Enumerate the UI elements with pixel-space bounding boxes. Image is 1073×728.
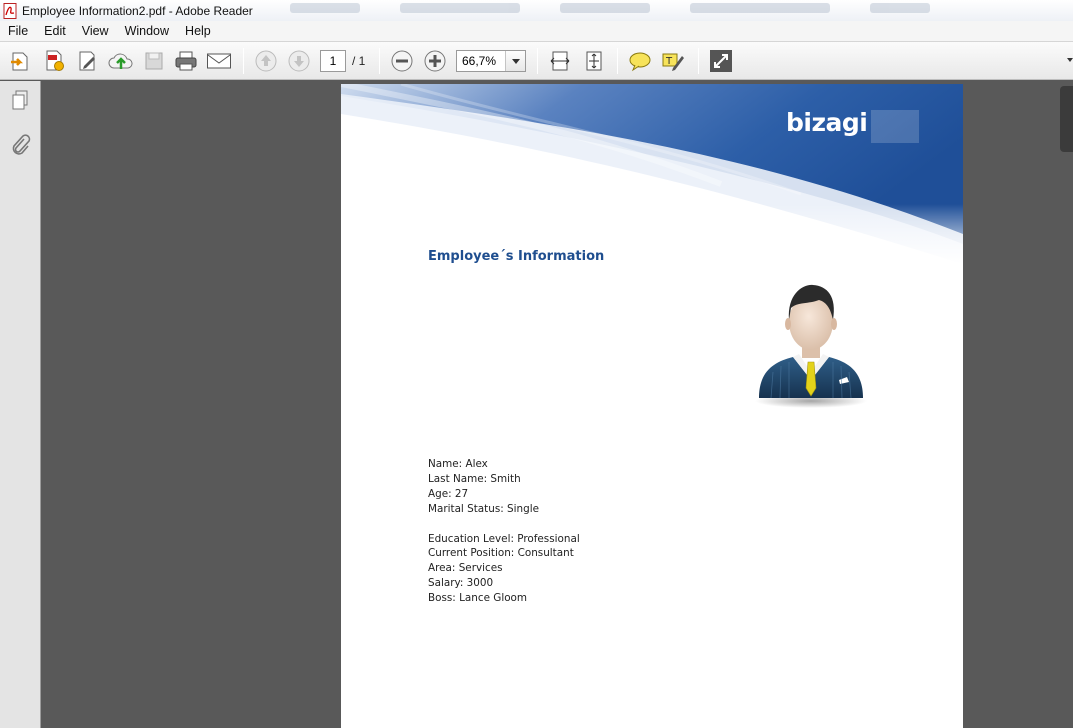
zoom-out-icon[interactable] bbox=[389, 48, 415, 74]
fit-width-icon[interactable] bbox=[547, 48, 573, 74]
svg-text:T: T bbox=[665, 56, 673, 67]
print-icon[interactable] bbox=[173, 48, 199, 74]
attachments-icon[interactable] bbox=[9, 133, 31, 155]
field-education-level: Education Level: Professional bbox=[428, 532, 580, 545]
field-current-position: Current Position: Consultant bbox=[428, 547, 574, 560]
navigation-panel bbox=[0, 81, 41, 728]
previous-page-icon[interactable] bbox=[253, 48, 279, 74]
zoom-value: 66,7% bbox=[462, 54, 497, 68]
menu-view[interactable]: View bbox=[74, 24, 117, 38]
bizagi-logo: bizagi bbox=[786, 108, 868, 137]
field-age: Age: 27 bbox=[428, 487, 469, 500]
next-page-icon[interactable] bbox=[286, 48, 312, 74]
fullscreen-icon[interactable] bbox=[708, 48, 734, 74]
fit-page-icon[interactable] bbox=[581, 48, 607, 74]
field-salary: Salary: 3000 bbox=[428, 577, 494, 590]
page-total-label: / 1 bbox=[352, 54, 366, 68]
tools-pane-tab[interactable] bbox=[1060, 86, 1073, 152]
menu-edit[interactable]: Edit bbox=[36, 24, 74, 38]
open-file-icon[interactable] bbox=[8, 48, 34, 74]
window-title: Employee Information2.pdf - Adobe Reader bbox=[22, 3, 253, 18]
title-bar: Employee Information2.pdf - Adobe Reader bbox=[0, 0, 1073, 21]
highlight-icon[interactable]: T bbox=[660, 48, 686, 74]
field-name: Name: Alex bbox=[428, 458, 488, 470]
pages-icon[interactable] bbox=[9, 89, 31, 111]
field-last-name: Last Name: Smith bbox=[428, 472, 521, 485]
upload-cloud-icon[interactable] bbox=[108, 48, 134, 74]
menu-bar: File Edit View Window Help bbox=[0, 21, 1073, 42]
chevron-down-icon[interactable] bbox=[505, 51, 525, 71]
toolbar-overflow[interactable] bbox=[1067, 50, 1073, 72]
toolbar: 1 / 1 66,7% T bbox=[0, 42, 1073, 80]
zoom-in-icon[interactable] bbox=[422, 48, 448, 74]
edit-icon[interactable] bbox=[75, 48, 101, 74]
menu-help[interactable]: Help bbox=[177, 24, 219, 38]
field-boss: Boss: Lance Gloom bbox=[428, 592, 528, 605]
menu-file[interactable]: File bbox=[0, 24, 36, 38]
logo-badge bbox=[871, 110, 919, 143]
save-icon[interactable] bbox=[141, 48, 167, 74]
employee-avatar-icon bbox=[755, 284, 867, 408]
page-number-input[interactable]: 1 bbox=[320, 50, 346, 72]
menu-window[interactable]: Window bbox=[117, 24, 177, 38]
header-banner bbox=[341, 84, 963, 264]
pdf-page: bizagi Employee´s Information Name: Alex… bbox=[341, 84, 963, 728]
create-pdf-icon[interactable] bbox=[42, 48, 68, 74]
zoom-select[interactable]: 66,7% bbox=[456, 50, 526, 72]
field-marital-status: Marital Status: Single bbox=[428, 502, 539, 515]
comment-icon[interactable] bbox=[627, 48, 653, 74]
adobe-pdf-icon bbox=[3, 2, 18, 19]
field-area: Area: Services bbox=[428, 562, 503, 575]
employee-info: Name: Alex Last Name: Smith Age: 27 Mari… bbox=[428, 457, 580, 606]
document-heading: Employee´s Information bbox=[428, 249, 605, 264]
blurred-taskbar-area bbox=[290, 3, 1010, 17]
email-icon[interactable] bbox=[206, 48, 232, 74]
